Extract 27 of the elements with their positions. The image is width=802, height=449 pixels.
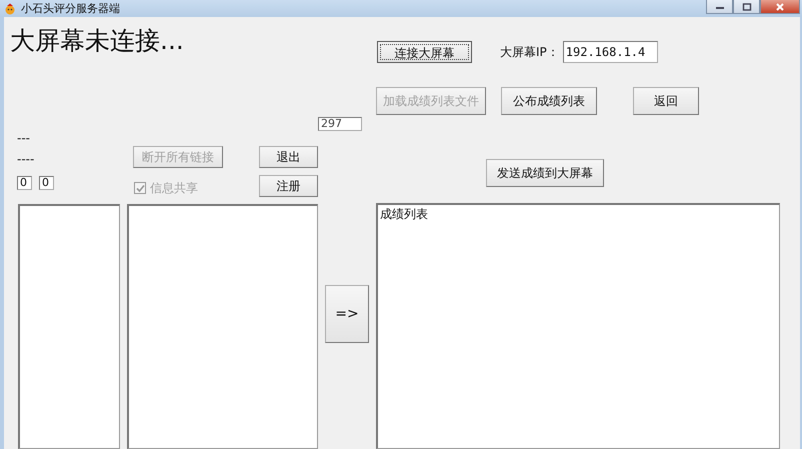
number-field[interactable]: 0 bbox=[39, 176, 54, 190]
client-list[interactable] bbox=[18, 204, 120, 449]
app-icon bbox=[4, 2, 16, 14]
action-button[interactable]: 返回 bbox=[633, 87, 699, 115]
exit-button[interactable]: 退出 bbox=[259, 146, 318, 168]
maximize-button[interactable] bbox=[733, 0, 760, 14]
close-button[interactable] bbox=[760, 0, 800, 14]
status-text: 大屏幕未连接... bbox=[10, 25, 185, 57]
dash-label: ---- bbox=[17, 152, 36, 166]
send-button[interactable]: 发送成绩到大屏幕 bbox=[486, 159, 604, 187]
counter-field[interactable]: 297 bbox=[318, 117, 362, 131]
checkmark-icon bbox=[136, 184, 144, 192]
score-list[interactable]: 成绩列表 bbox=[376, 203, 780, 449]
window-title: 小石头评分服务器端 bbox=[21, 1, 120, 16]
ip-field[interactable]: 192.168.1.4 bbox=[562, 41, 658, 63]
message-list[interactable] bbox=[127, 204, 318, 449]
dash-label: --- bbox=[17, 130, 31, 146]
register-button[interactable]: 注册 bbox=[259, 175, 318, 197]
close-icon bbox=[775, 2, 785, 10]
connect-button[interactable]: 连接大屏幕 bbox=[377, 41, 472, 63]
maximize-icon bbox=[742, 2, 752, 10]
number-field[interactable]: 0 bbox=[17, 176, 32, 190]
transfer-button[interactable]: => bbox=[325, 285, 369, 343]
score-list-text: 成绩列表 bbox=[380, 207, 428, 221]
action-button[interactable]: 公布成绩列表 bbox=[501, 87, 597, 115]
minimize-button[interactable] bbox=[706, 0, 733, 14]
ip-label: 大屏幕IP： bbox=[500, 44, 559, 60]
